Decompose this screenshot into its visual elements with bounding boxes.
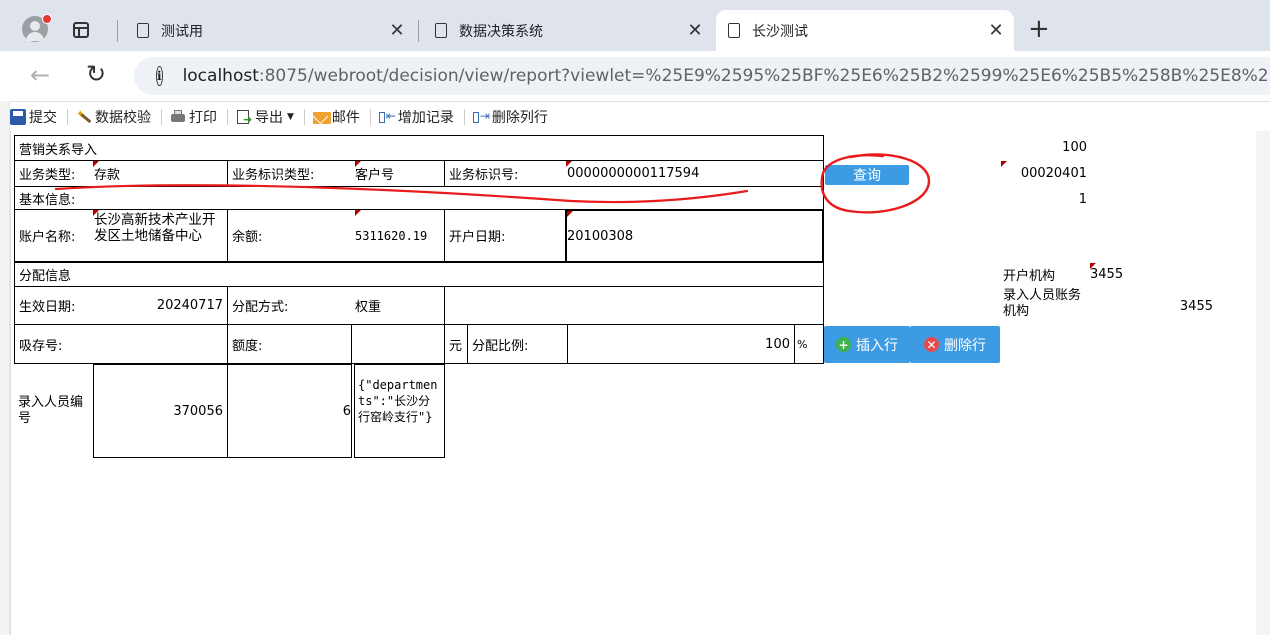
submit-button[interactable]: 提交 bbox=[10, 107, 57, 127]
empty-cell bbox=[444, 286, 824, 325]
staff-no-label: 录入人员编号 bbox=[18, 395, 84, 426]
tab-data-decision-system[interactable]: 数据决策系统 ✕ bbox=[423, 10, 713, 51]
biz-id-input[interactable]: 0000000000117594 bbox=[563, 160, 824, 187]
mail-icon bbox=[312, 108, 331, 125]
add-record-icon: ⇤ bbox=[378, 109, 396, 125]
magic-wand-icon: ✦ bbox=[76, 109, 92, 125]
account-name-label: 账户名称: bbox=[14, 209, 94, 262]
add-record-button[interactable]: ⇤ 增加记录 bbox=[378, 107, 454, 127]
delete-row-icon: ⇥ bbox=[472, 109, 490, 125]
address-bar-row: ← ↻ i localhost:8075/webroot/decision/vi… bbox=[0, 51, 1270, 102]
reload-icon[interactable]: ↻ bbox=[86, 60, 106, 88]
yuan-unit: 元 bbox=[444, 324, 468, 364]
save-icon bbox=[10, 109, 26, 125]
basic-info-header: 基本信息: bbox=[14, 186, 824, 210]
amount-input[interactable] bbox=[351, 324, 445, 364]
staff-org-label: 录入人员账务机构 bbox=[1003, 288, 1082, 319]
export-icon: ➜ bbox=[236, 109, 252, 126]
vertical-scrollbar[interactable] bbox=[1256, 131, 1270, 635]
staff-small-value: 6 bbox=[227, 364, 352, 458]
balance-label: 余额: bbox=[227, 209, 352, 262]
alloc-info-header: 分配信息 bbox=[14, 262, 824, 287]
add-record-label: 增加记录 bbox=[397, 110, 454, 126]
export-label: 导出 bbox=[255, 110, 283, 126]
side-value-code: 00020401 bbox=[1020, 165, 1087, 181]
ratio-label: 分配比例: bbox=[467, 324, 568, 364]
export-button[interactable]: ➜ 导出 ▼ bbox=[236, 107, 294, 127]
percent-unit: % bbox=[794, 324, 824, 364]
open-date-value[interactable]: 20100308 bbox=[565, 209, 824, 263]
report-sheet: 营销关系导入 业务类型: 存款 业务标识类型: 客户号 业务标识号: 00000… bbox=[10, 131, 1257, 635]
staff-no-value: 370056 bbox=[93, 364, 228, 458]
ratio-input[interactable]: 100 bbox=[567, 324, 795, 364]
deposit-no-label: 吸存号: bbox=[14, 324, 228, 364]
biz-type-label: 业务类型: bbox=[14, 160, 94, 187]
delete-row-col-label: 删除列行 bbox=[491, 110, 548, 126]
tab-changsha-test[interactable]: 长沙测试 ✕ bbox=[716, 10, 1014, 51]
departments-json: {"departments":"长沙分行窑岭支行"} bbox=[354, 364, 445, 458]
delete-row-label: 删除行 bbox=[944, 337, 986, 354]
document-icon bbox=[137, 23, 149, 38]
document-icon bbox=[435, 23, 447, 38]
close-circle-icon: ✕ bbox=[924, 337, 939, 352]
print-button[interactable]: 打印 bbox=[170, 107, 217, 127]
effective-date-value[interactable]: 20240717 bbox=[90, 286, 228, 325]
biz-type-select[interactable]: 存款 bbox=[90, 160, 228, 187]
print-label: 打印 bbox=[189, 110, 217, 126]
section-title: 营销关系导入 bbox=[14, 135, 824, 161]
validate-button[interactable]: ✦ 数据校验 bbox=[76, 107, 151, 127]
close-icon[interactable]: ✕ bbox=[385, 20, 409, 41]
left-edge-strip bbox=[0, 101, 10, 635]
url-field[interactable]: i localhost:8075/webroot/decision/view/r… bbox=[134, 57, 1270, 95]
biz-id-type-label: 业务标识类型: bbox=[227, 160, 352, 187]
side-value-100: 100 bbox=[1062, 139, 1087, 155]
alloc-method-value[interactable]: 权重 bbox=[351, 286, 445, 325]
new-tab-button[interactable]: + bbox=[1028, 14, 1050, 44]
back-arrow-icon[interactable]: ← bbox=[30, 61, 50, 89]
insert-row-button[interactable]: + 插入行 bbox=[824, 326, 910, 363]
printer-icon bbox=[170, 109, 186, 125]
close-icon[interactable]: ✕ bbox=[984, 20, 1008, 41]
chevron-down-icon: ▼ bbox=[287, 112, 294, 122]
submit-label: 提交 bbox=[29, 110, 57, 126]
alloc-method-label: 分配方式: bbox=[227, 286, 352, 325]
site-info-icon[interactable]: i bbox=[156, 66, 163, 86]
email-label: 邮件 bbox=[331, 110, 360, 126]
query-button[interactable]: 查询 bbox=[825, 165, 909, 185]
plus-icon: + bbox=[836, 337, 851, 352]
open-date-label: 开户日期: bbox=[444, 209, 566, 262]
report-toolbar: 提交 ✦ 数据校验 打印 ➜ 导出 ▼ 邮件 ⇤ 增加记录 ⇥ 删除列行 bbox=[10, 104, 1255, 130]
url-path: :8075/webroot/decision/view/report?viewl… bbox=[258, 66, 1270, 86]
url-host: localhost bbox=[182, 66, 259, 86]
tab-title: 测试用 bbox=[161, 23, 203, 40]
delete-row-button[interactable]: ✕ 删除行 bbox=[910, 326, 1000, 363]
open-org-label: 开户机构 bbox=[1003, 268, 1056, 284]
tab-ceshiyong[interactable]: 测试用 ✕ bbox=[125, 10, 415, 51]
staff-org-value: 3455 bbox=[1179, 298, 1213, 314]
balance-value: 5311620.19 bbox=[351, 209, 445, 262]
profile-avatar-icon[interactable] bbox=[22, 14, 52, 42]
biz-id-type-select[interactable]: 客户号 bbox=[351, 160, 445, 187]
email-button[interactable]: 邮件 bbox=[312, 107, 360, 127]
browser-tab-bar: 测试用 ✕ 数据决策系统 ✕ 长沙测试 ✕ + bbox=[0, 0, 1270, 51]
side-value-1: 1 bbox=[1078, 191, 1087, 207]
tab-title: 数据决策系统 bbox=[459, 23, 543, 40]
amount-label: 额度: bbox=[227, 324, 352, 364]
account-name-value: 长沙高新技术产业开发区土地储备中心 bbox=[90, 209, 228, 262]
insert-row-label: 插入行 bbox=[856, 337, 898, 354]
open-org-value: 3455 bbox=[1090, 266, 1124, 282]
delete-row-col-button[interactable]: ⇥ 删除列行 bbox=[472, 107, 548, 127]
tab-grid-icon[interactable] bbox=[73, 22, 89, 38]
effective-date-label: 生效日期: bbox=[14, 286, 94, 325]
document-icon bbox=[728, 23, 740, 38]
validate-label: 数据校验 bbox=[95, 110, 151, 126]
tab-title: 长沙测试 bbox=[752, 23, 808, 40]
close-icon[interactable]: ✕ bbox=[683, 20, 707, 41]
biz-id-label: 业务标识号: bbox=[444, 160, 564, 187]
